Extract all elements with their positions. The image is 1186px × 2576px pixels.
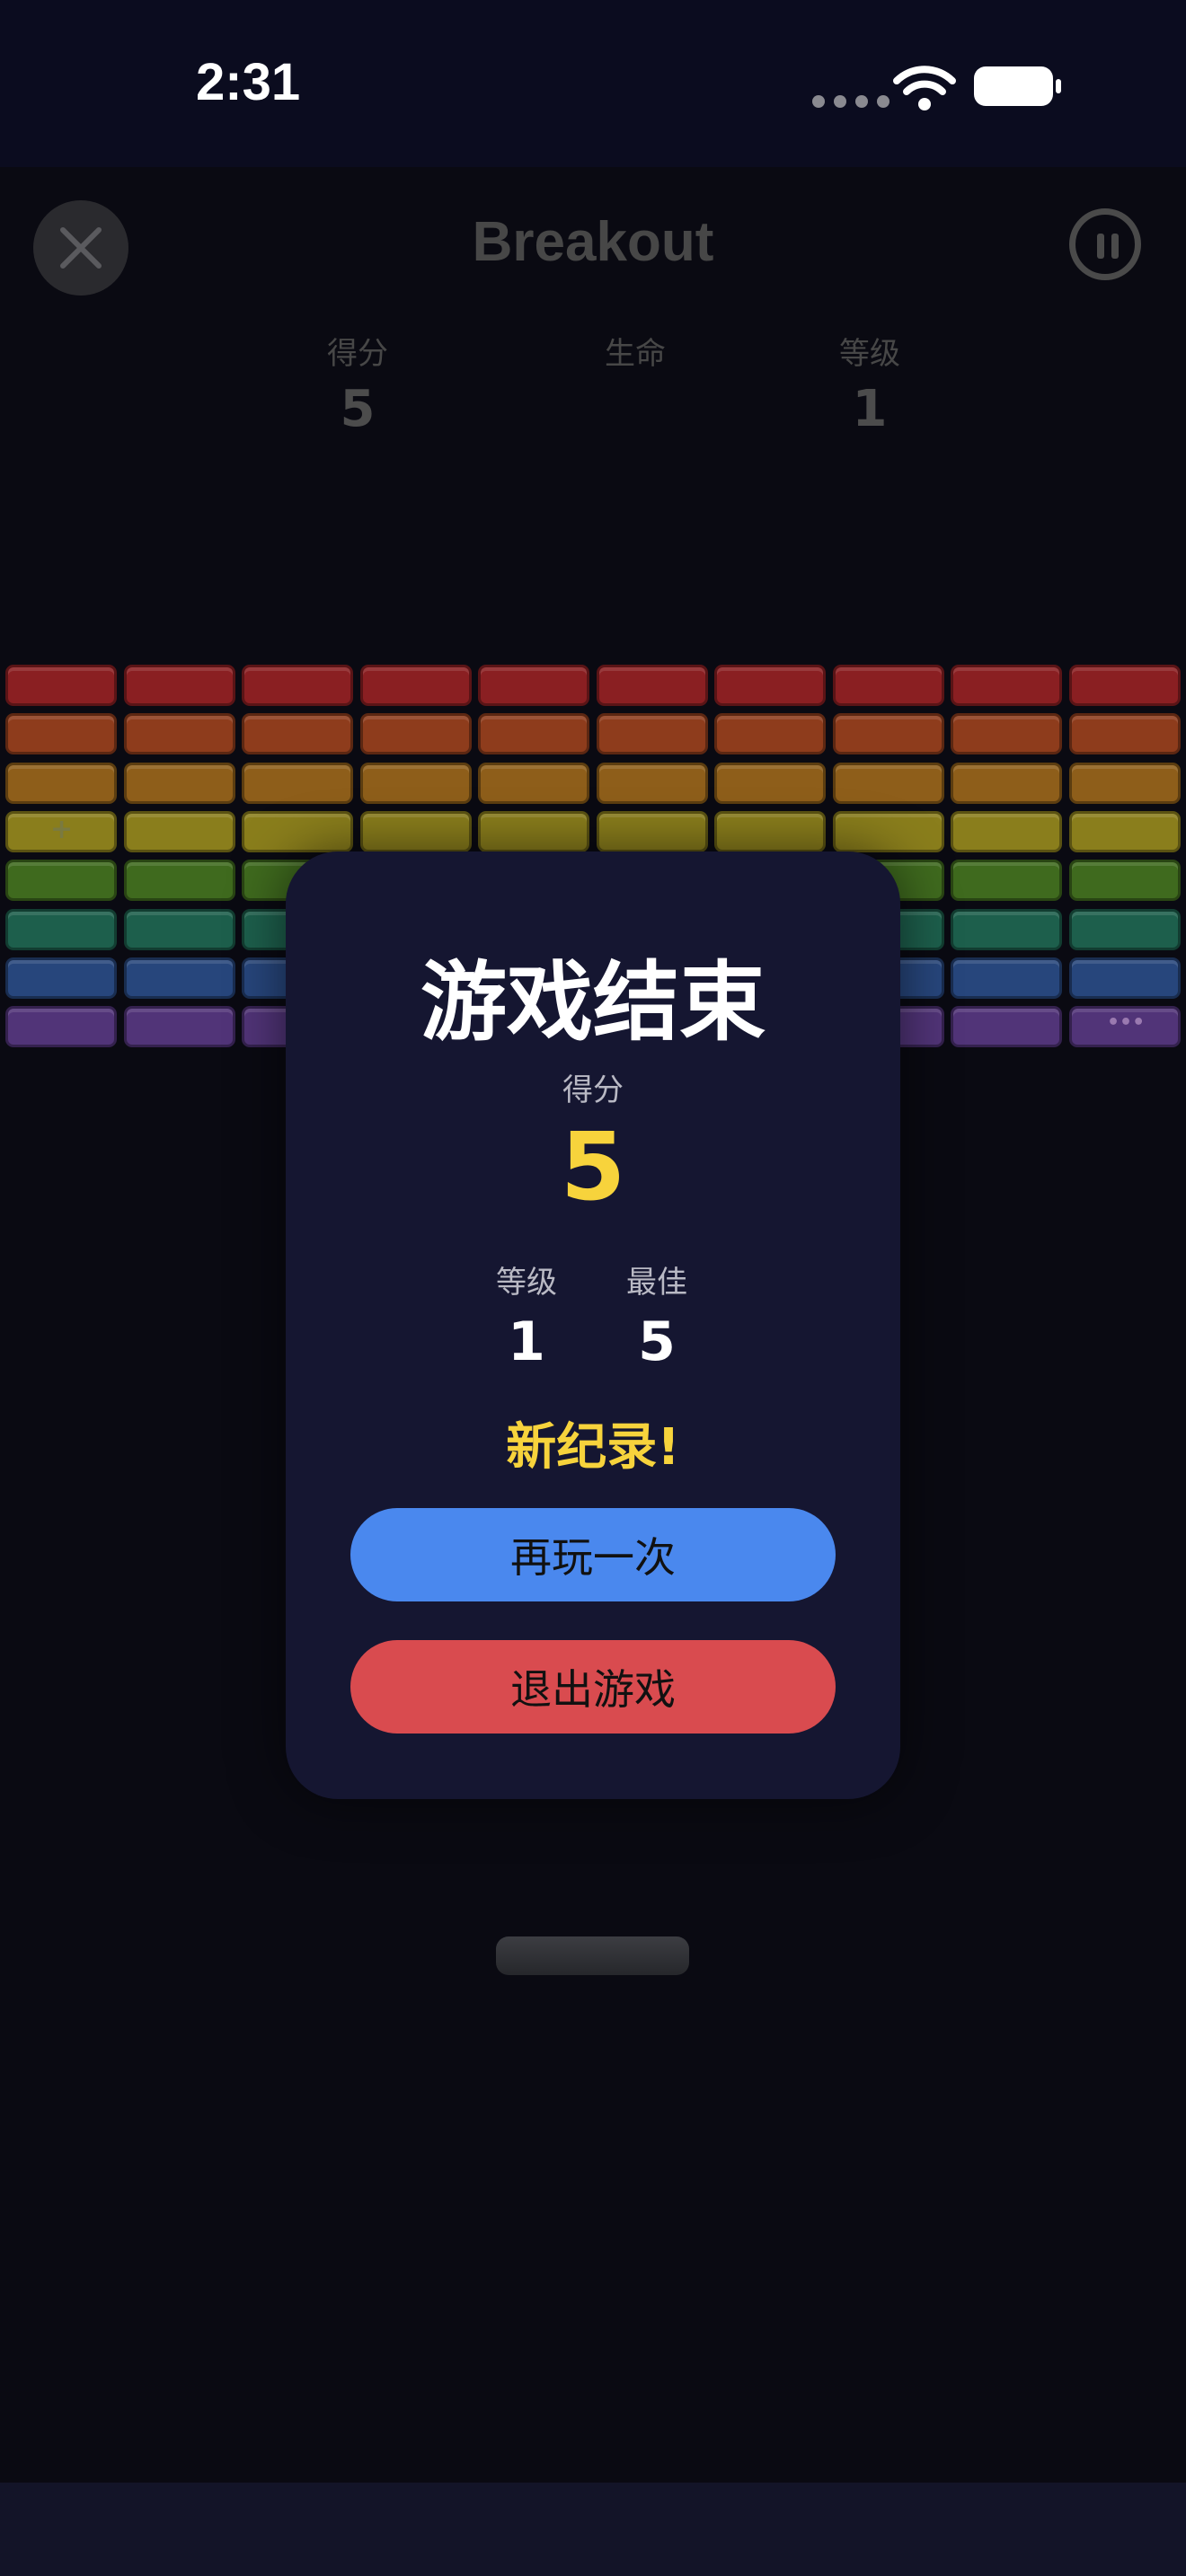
brick: [1068, 762, 1181, 804]
bottom-bar: [0, 2483, 1186, 2576]
brick: [832, 665, 944, 706]
brick: [1068, 713, 1181, 755]
final-score-value: 5: [560, 1112, 626, 1222]
brick: [596, 713, 708, 755]
play-again-button[interactable]: 再玩一次: [350, 1508, 836, 1601]
brick: [714, 762, 826, 804]
brick: [596, 665, 708, 706]
final-level-stat: 等级 1: [473, 1257, 580, 1373]
brick: [714, 810, 826, 852]
brick: [478, 810, 589, 852]
brick: [242, 665, 353, 706]
pause-icon-bar: [1111, 234, 1119, 259]
quit-game-button[interactable]: 退出游戏: [350, 1640, 836, 1734]
level-value: 1: [852, 380, 888, 438]
brick: [242, 762, 353, 804]
final-level-value: 1: [508, 1310, 545, 1373]
brick: [832, 713, 944, 755]
brick: [123, 810, 235, 852]
brick: [832, 810, 944, 852]
brick: [951, 665, 1062, 706]
best-score-stat: 最佳 5: [603, 1257, 711, 1373]
brick: [596, 810, 708, 852]
brick: [478, 713, 589, 755]
brick: [123, 860, 235, 902]
brick: [478, 762, 589, 804]
brick: [951, 957, 1062, 999]
level-stat: 等级 1: [771, 329, 969, 438]
final-level-label: 等级: [496, 1265, 557, 1301]
brick: [5, 860, 117, 902]
brick: [5, 908, 117, 950]
brick: [478, 665, 589, 706]
game-over-dialog: 游戏结束 得分 5 等级 1 最佳 5 新纪录! 再玩一次 退出游戏: [286, 851, 900, 1799]
game-title: Breakout: [472, 211, 714, 273]
battery-icon: [974, 66, 1061, 106]
status-bar: 2:31: [0, 0, 1186, 167]
brick: [359, 713, 472, 755]
brick: [714, 713, 826, 755]
brick: [5, 713, 117, 755]
brick: [1068, 957, 1181, 999]
brick: [714, 665, 826, 706]
brick: [123, 957, 235, 999]
wifi-icon: [893, 66, 956, 110]
lives-stat: 生命: [536, 329, 734, 380]
brick: [359, 810, 472, 852]
brick: [242, 810, 353, 852]
cellular-signal-icon: [812, 95, 890, 108]
brick: [1068, 908, 1181, 950]
brick: [242, 713, 353, 755]
lives-label: 生命: [605, 336, 666, 372]
score-stat: 得分 5: [259, 329, 456, 438]
brick: [359, 762, 472, 804]
best-score-value: 5: [638, 1310, 676, 1373]
brick: [832, 762, 944, 804]
brick: [951, 713, 1062, 755]
pause-icon-bar: [1097, 234, 1104, 259]
best-score-label: 最佳: [626, 1265, 687, 1301]
game-screen: 2:31 Breakout 得分 5 生命 等级 1 + ••• 游戏结束 得分…: [0, 0, 1186, 2576]
brick: [123, 713, 235, 755]
status-time: 2:31: [196, 53, 301, 111]
score-label: 得分: [327, 336, 388, 372]
brick: [951, 810, 1062, 852]
brick: [1068, 810, 1181, 852]
score-value: 5: [340, 380, 376, 438]
brick: [123, 665, 235, 706]
final-score-label: 得分: [562, 1072, 624, 1108]
brick: [951, 762, 1062, 804]
game-over-title: 游戏结束: [420, 952, 766, 1053]
level-label: 等级: [839, 336, 900, 372]
brick: [123, 762, 235, 804]
brick: [951, 908, 1062, 950]
brick: [5, 1006, 117, 1048]
brick: [1068, 665, 1181, 706]
brick: [596, 762, 708, 804]
plus-powerup-icon: +: [50, 814, 74, 845]
brick: [359, 665, 472, 706]
brick: [1068, 860, 1181, 902]
brick: [5, 665, 117, 706]
new-record-badge: 新纪录!: [506, 1418, 680, 1477]
brick: [5, 957, 117, 999]
dots-powerup-icon: •••: [1107, 1011, 1146, 1034]
brick: [5, 762, 117, 804]
paddle[interactable]: [496, 1936, 689, 1975]
brick: [123, 1006, 235, 1048]
brick: [123, 908, 235, 950]
pause-button[interactable]: [1069, 208, 1141, 280]
brick: [951, 1006, 1062, 1048]
brick: [951, 860, 1062, 902]
